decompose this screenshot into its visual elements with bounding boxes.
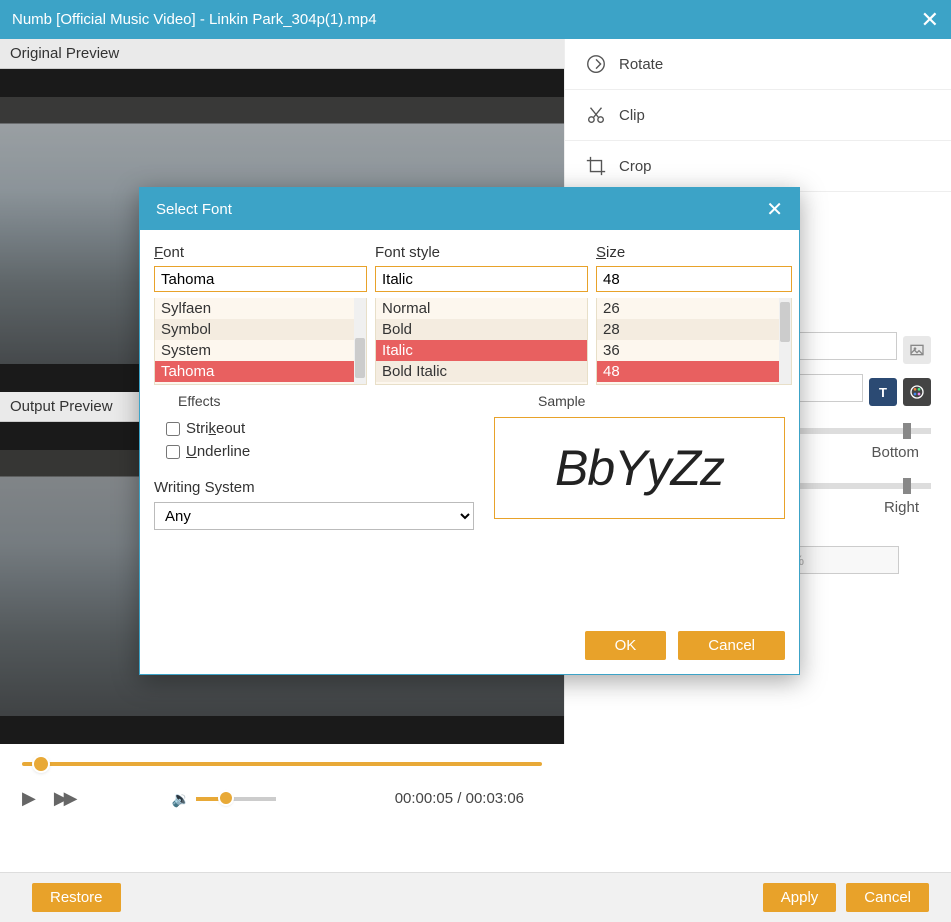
crop-icon xyxy=(585,155,607,177)
size-listbox[interactable]: 26283648 xyxy=(597,298,779,384)
font-label: Font xyxy=(154,242,367,266)
effects-group: Effects Strikeout Underline xyxy=(154,403,474,469)
list-item[interactable]: Bold Italic xyxy=(376,361,587,382)
list-item[interactable]: Sylfaen xyxy=(155,298,354,319)
seek-bar[interactable] xyxy=(22,762,542,766)
time-current: 00:00:05 xyxy=(395,790,453,807)
list-item[interactable]: Symbol xyxy=(155,319,354,340)
text-button-icon[interactable]: T xyxy=(869,378,897,406)
time-total: 00:03:06 xyxy=(466,790,524,807)
dialog-close-icon[interactable]: ✕ xyxy=(766,197,783,222)
size-input[interactable] xyxy=(596,266,792,292)
image-picker-icon[interactable] xyxy=(903,336,931,364)
titlebar: Numb [Official Music Video] - Linkin Par… xyxy=(0,0,951,39)
clip-icon xyxy=(585,104,607,126)
dialog-title: Select Font xyxy=(156,201,766,218)
font-style-input[interactable] xyxy=(375,266,588,292)
list-item[interactable]: Italic xyxy=(376,340,587,361)
underline-checkbox[interactable]: Underline xyxy=(166,440,462,463)
tool-clip-label: Clip xyxy=(619,107,645,124)
list-item[interactable]: Bold xyxy=(376,319,587,340)
footer-bar: Restore Apply Cancel xyxy=(0,872,951,922)
tool-rotate-label: Rotate xyxy=(619,56,663,73)
size-label: Size xyxy=(596,242,792,266)
list-item[interactable]: 48 xyxy=(597,361,779,382)
list-item[interactable]: Tahoma xyxy=(155,361,354,382)
play-icon[interactable]: ▶ xyxy=(22,788,36,809)
list-item[interactable]: Normal xyxy=(376,298,587,319)
tool-crop-label: Crop xyxy=(619,158,652,175)
color-picker-icon[interactable] xyxy=(903,378,931,406)
font-style-label: Font style xyxy=(375,242,588,266)
player-bar: ▶ ▶▶ 🔉 00:00:05 / 00:03:06 xyxy=(0,744,564,815)
tool-crop[interactable]: Crop xyxy=(565,141,951,192)
tool-clip[interactable]: Clip xyxy=(565,90,951,141)
sample-group: Sample BbYyZz xyxy=(494,403,785,519)
apply-button[interactable]: Apply xyxy=(763,883,837,912)
ok-button[interactable]: OK xyxy=(585,631,667,660)
volume-icon[interactable]: 🔉 xyxy=(172,790,191,808)
select-font-dialog: Select Font ✕ Font SylfaenSymbolSystemTa… xyxy=(139,187,800,675)
close-icon[interactable]: ✕ xyxy=(921,7,939,33)
writing-system-select[interactable]: Any xyxy=(154,502,474,530)
original-preview-label: Original Preview xyxy=(0,39,564,69)
font-scrollbar[interactable] xyxy=(354,298,366,384)
dialog-titlebar: Select Font ✕ xyxy=(140,188,799,230)
sample-label: Sample xyxy=(532,393,591,409)
sample-preview: BbYyZz xyxy=(494,417,785,519)
window-title: Numb [Official Music Video] - Linkin Par… xyxy=(12,11,921,28)
size-scrollbar[interactable] xyxy=(779,298,791,384)
volume-slider[interactable] xyxy=(196,797,276,801)
fast-forward-icon[interactable]: ▶▶ xyxy=(54,788,74,809)
list-item[interactable]: 26 xyxy=(597,298,779,319)
cancel-button[interactable]: Cancel xyxy=(846,883,929,912)
font-style-listbox[interactable]: NormalBoldItalicBold Italic xyxy=(376,298,587,384)
font-input[interactable] xyxy=(154,266,367,292)
writing-system-label: Writing System xyxy=(154,479,474,496)
list-item[interactable]: System xyxy=(155,340,354,361)
tool-rotate[interactable]: Rotate xyxy=(565,39,951,90)
dialog-cancel-button[interactable]: Cancel xyxy=(678,631,785,660)
rotate-icon xyxy=(585,53,607,75)
restore-button[interactable]: Restore xyxy=(32,883,121,912)
seek-thumb[interactable] xyxy=(34,757,48,771)
strikeout-checkbox[interactable]: Strikeout xyxy=(166,417,462,440)
font-listbox[interactable]: SylfaenSymbolSystemTahoma xyxy=(155,298,354,384)
list-item[interactable]: 28 xyxy=(597,319,779,340)
time-display: 00:00:05 / 00:03:06 xyxy=(395,790,542,807)
list-item[interactable]: 36 xyxy=(597,340,779,361)
effects-label: Effects xyxy=(172,393,227,409)
